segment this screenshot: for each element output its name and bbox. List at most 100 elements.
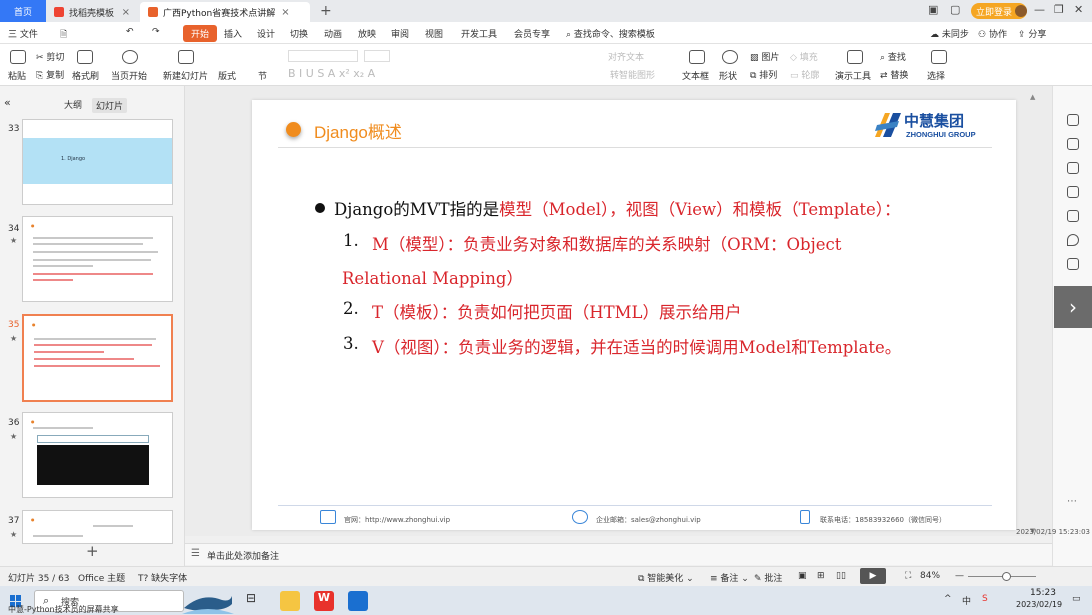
paste-icon[interactable]: [10, 50, 26, 64]
theme-name[interactable]: Office 主题: [78, 571, 125, 584]
save-icon[interactable]: 🗎: [60, 27, 67, 43]
menu-animation[interactable]: 动画: [324, 27, 342, 40]
paste-button[interactable]: 粘贴: [8, 69, 26, 82]
slideshow-tools-icon[interactable]: [847, 50, 863, 64]
new-slide-button[interactable]: 新建幻灯片: [163, 69, 208, 82]
menu-member[interactable]: 会员专享: [514, 27, 550, 40]
undo-icon[interactable]: ↶: [126, 27, 134, 37]
fill-button[interactable]: ◇ 填充: [790, 50, 818, 63]
align-text-button[interactable]: 对齐文本: [608, 50, 644, 63]
zoom-level[interactable]: 84%: [920, 571, 940, 581]
new-slide-icon[interactable]: [178, 50, 194, 64]
sync-status[interactable]: ☁ 未同步: [930, 27, 969, 40]
font-format-row[interactable]: B I U S A x² x₂ A: [288, 67, 375, 80]
format-painter-icon[interactable]: [77, 50, 93, 64]
next-slide-arrow[interactable]: ›: [1054, 286, 1092, 328]
copy-button[interactable]: ⎘ 复制: [36, 68, 64, 81]
slide-thumbnail[interactable]: ●: [22, 216, 173, 302]
menu-design[interactable]: 设计: [257, 27, 275, 40]
comments-button[interactable]: ✎ 批注: [754, 571, 782, 584]
slide-thumbnail[interactable]: 1. Django: [22, 119, 173, 205]
layout-button[interactable]: 版式: [218, 69, 236, 82]
normal-view-icon[interactable]: ▣: [798, 571, 807, 581]
clock-date[interactable]: 2023/02/19: [1016, 600, 1062, 609]
play-from-current-icon[interactable]: [122, 50, 138, 64]
intro-line[interactable]: Django的MVT指的是模型（Model），视图（View）和模板（Templ…: [334, 196, 901, 220]
close-icon[interactable]: ×: [122, 7, 130, 18]
animation-icon[interactable]: [1067, 210, 1079, 222]
notes-placeholder[interactable]: 单击此处添加备注: [207, 549, 279, 562]
item-m-line2[interactable]: Relational Mapping）: [342, 265, 523, 289]
fit-window-icon[interactable]: ⛶: [905, 571, 911, 581]
menu-review[interactable]: 审阅: [391, 27, 409, 40]
pin-icon[interactable]: [1067, 162, 1079, 174]
tab-document[interactable]: 广西Python省赛技术点讲解 ×: [140, 2, 310, 22]
wps-tray-icon[interactable]: S: [982, 594, 988, 604]
slide-thumbnail[interactable]: ●: [22, 510, 173, 544]
textbox-button[interactable]: 文本框: [682, 69, 709, 82]
adjust-icon[interactable]: [1067, 138, 1079, 150]
transition-icon[interactable]: [1067, 186, 1079, 198]
tab-home[interactable]: 首页: [0, 0, 46, 22]
add-slide-button[interactable]: +: [86, 542, 99, 560]
close-icon[interactable]: ×: [281, 7, 289, 18]
book-icon[interactable]: [1067, 258, 1079, 270]
cut-button[interactable]: ✂ 剪切: [36, 50, 64, 63]
notes-area[interactable]: 单击此处添加备注 ☰: [185, 543, 1052, 565]
smartart-button[interactable]: 转智能图形: [610, 68, 655, 81]
ime-indicator[interactable]: 中: [962, 594, 971, 607]
notes-toggle[interactable]: ≡ 备注 ⌄: [710, 571, 749, 584]
replace-button[interactable]: ⇄ 替换: [880, 68, 908, 81]
play-from-current-button[interactable]: 当页开始: [111, 69, 147, 82]
restore-button[interactable]: ❐: [1054, 3, 1064, 16]
play-slideshow-button[interactable]: ▶: [860, 568, 886, 584]
outline-button[interactable]: ▭ 轮廓: [790, 68, 819, 81]
redo-icon[interactable]: ↷: [152, 27, 160, 37]
slide[interactable]: Django概述 中慧集团 ZHONGHUI GROUP Django的MVT指…: [252, 100, 1016, 530]
item-m-line1[interactable]: M（模型）：负责业务对象和数据库的关系映射（ORM：Object: [372, 231, 841, 255]
minimize-button[interactable]: —: [1034, 3, 1045, 16]
file-explorer-icon[interactable]: [280, 591, 300, 611]
format-painter-button[interactable]: 格式刷: [72, 69, 99, 82]
login-button[interactable]: 立即登录: [971, 3, 1027, 19]
more-icon[interactable]: ⋯: [1067, 496, 1079, 508]
tab-templates[interactable]: 找稻壳模板 ×: [46, 2, 138, 22]
shapes-icon[interactable]: [722, 50, 738, 64]
new-tab-button[interactable]: +: [320, 3, 332, 19]
close-window-button[interactable]: ✕: [1074, 3, 1083, 16]
menu-slideshow[interactable]: 放映: [358, 27, 376, 40]
location-icon[interactable]: [1067, 234, 1079, 246]
zoom-slider-knob[interactable]: [1002, 572, 1011, 581]
menu-transition[interactable]: 切换: [290, 27, 308, 40]
meeting-app-icon[interactable]: [348, 591, 368, 611]
tab-outline[interactable]: 大纲: [64, 98, 82, 111]
beautify-button[interactable]: ⧉ 智能美化 ⌄: [638, 571, 694, 584]
select-icon[interactable]: [931, 50, 947, 64]
tray-overflow-icon[interactable]: ^: [944, 594, 952, 604]
window-mode-icon[interactable]: ▢: [950, 3, 960, 16]
slideshow-tools-button[interactable]: 演示工具: [835, 69, 871, 82]
section-button[interactable]: 节: [258, 69, 267, 82]
share-button[interactable]: ⇪ 分享: [1018, 27, 1046, 40]
vertical-scrollbar[interactable]: ▲ ▼: [1030, 93, 1036, 533]
slide-thumbnail[interactable]: ●: [22, 412, 173, 498]
menu-insert[interactable]: 插入: [224, 27, 242, 40]
menu-view[interactable]: 视图: [425, 27, 443, 40]
properties-icon[interactable]: [1067, 114, 1079, 126]
arrange-button[interactable]: ⧉ 排列: [750, 68, 777, 81]
wps-icon[interactable]: W: [314, 591, 334, 611]
clock-time[interactable]: 15:23: [1030, 588, 1056, 598]
item-v[interactable]: V（视图）：负责业务的逻辑，并在适当的时候调用Model和Template。: [372, 334, 901, 358]
missing-font-button[interactable]: T? 缺失字体: [138, 571, 187, 584]
collab-button[interactable]: ⚇ 协作: [978, 27, 1007, 40]
file-menu[interactable]: 三 文件: [8, 27, 38, 40]
task-view-icon[interactable]: ⊟: [246, 591, 266, 611]
zoom-out-icon[interactable]: —: [955, 571, 964, 581]
collapse-panel-icon[interactable]: «: [4, 96, 11, 109]
sorter-view-icon[interactable]: ⊞: [817, 571, 825, 581]
slide-title[interactable]: Django概述: [314, 118, 402, 143]
layout-icon[interactable]: ▣: [928, 3, 938, 16]
shapes-button[interactable]: 形状: [719, 69, 737, 82]
tab-slides[interactable]: 幻灯片: [92, 98, 128, 113]
slide-thumbnail-selected[interactable]: ●: [22, 314, 173, 402]
